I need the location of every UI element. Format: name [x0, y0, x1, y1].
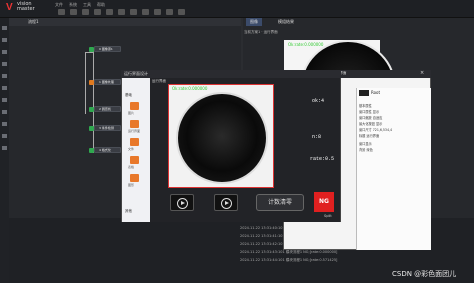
- flow-node[interactable]: 2 圆查找: [89, 106, 121, 112]
- settings-icon[interactable]: [106, 9, 113, 15]
- node-status-icon: [89, 80, 94, 85]
- flow-wire: [85, 52, 86, 114]
- prop-row[interactable]: 窗口显示: [359, 141, 372, 146]
- ok-count: ok:4: [312, 98, 325, 104]
- measure-icon[interactable]: [2, 50, 7, 54]
- flow-wire: [93, 49, 94, 153]
- flow-node[interactable]: 0 图像源1: [89, 46, 121, 52]
- tab-results[interactable]: 模组结果: [274, 18, 298, 26]
- display-overlay: Ok:rate:0.000000: [172, 86, 208, 91]
- flow-node[interactable]: 4 格式化: [89, 147, 121, 153]
- run-loop-button[interactable]: [214, 194, 238, 211]
- new-icon[interactable]: [58, 9, 65, 15]
- open-icon[interactable]: [70, 9, 77, 15]
- compare-icon[interactable]: [2, 98, 7, 102]
- root-label: Root: [371, 90, 381, 95]
- node-status-icon: [89, 107, 94, 112]
- menu-file[interactable]: 文件: [55, 2, 63, 8]
- calibrate-icon[interactable]: [2, 86, 7, 90]
- logo-text: vision master: [17, 1, 35, 12]
- run-ui-widget-icon[interactable]: [130, 120, 139, 128]
- watermark: CSDN @彩色面团儿: [392, 270, 457, 278]
- save-icon[interactable]: [82, 9, 89, 15]
- log-row: 2024.11.22 13:31:44:101 模块流程1 NG;[rate:0…: [240, 258, 338, 262]
- prop-row[interactable]: 窗口尺寸 721,6,534,4: [359, 127, 392, 132]
- comm-tool-icon[interactable]: [2, 146, 7, 150]
- file-widget-icon[interactable]: [130, 138, 139, 146]
- data-icon[interactable]: [130, 9, 137, 15]
- widget-sidebar: [122, 78, 150, 222]
- part-image: [176, 92, 268, 184]
- locate-icon[interactable]: [2, 38, 7, 42]
- table-widget-icon[interactable]: [130, 156, 139, 164]
- dialog-title: 运行界面设计: [124, 71, 148, 76]
- run-once-button[interactable]: [170, 194, 194, 211]
- prop-row[interactable]: 窗口缩放 自适应: [359, 115, 382, 120]
- deep-learn-icon[interactable]: [2, 122, 7, 126]
- image-gen-icon[interactable]: [2, 62, 7, 66]
- sidebar-section: 其他: [125, 209, 132, 213]
- loop-icon[interactable]: [178, 9, 185, 15]
- tab-image[interactable]: 图像: [246, 18, 262, 26]
- log-row: 2024.11.22 13:31:43:101 模块流程1 NG;[rate:0…: [240, 250, 338, 254]
- flow-toolbar: [9, 18, 241, 26]
- recognize-icon[interactable]: [2, 74, 7, 78]
- sidebar-item[interactable]: 文件: [128, 147, 134, 151]
- run-icon[interactable]: [166, 9, 173, 15]
- close-icon[interactable]: ×: [420, 71, 424, 76]
- menu-bar: 文件 系统 工具 帮助: [55, 2, 105, 8]
- clear-count-button[interactable]: 计数清零: [256, 194, 304, 211]
- result-overlay: Ok:rate:0.000000: [288, 42, 324, 47]
- canvas-title: 运行界面: [152, 79, 166, 83]
- node-status-icon: [89, 47, 94, 52]
- menu-system[interactable]: 系统: [69, 2, 77, 8]
- prop-row[interactable]: 最大化按钮 显示: [359, 121, 382, 126]
- camera-icon[interactable]: [94, 9, 101, 15]
- flow-wire: [85, 52, 93, 53]
- prop-row[interactable]: 背景 深色: [359, 147, 373, 152]
- flow-tab[interactable]: 流程1: [28, 19, 39, 25]
- menu-help[interactable]: 帮助: [97, 2, 105, 8]
- prop-row[interactable]: 标题 运行界面: [359, 133, 379, 138]
- sidebar-section: 基础: [125, 93, 132, 97]
- prop-row[interactable]: 基本属性: [359, 103, 372, 108]
- dialog-titlebar: [121, 70, 341, 78]
- node-status-icon: [89, 126, 94, 131]
- ui-icon[interactable]: [118, 9, 125, 15]
- split-label[interactable]: Split: [324, 214, 332, 218]
- shape-widget-icon[interactable]: [130, 174, 139, 182]
- root-icon: [359, 90, 369, 96]
- menu-tools[interactable]: 工具: [83, 2, 91, 8]
- image-widget-icon[interactable]: [130, 102, 139, 110]
- logic-icon[interactable]: [2, 134, 7, 138]
- collect-icon[interactable]: [2, 26, 7, 30]
- prop-row[interactable]: 窗口属性 显示: [359, 109, 379, 114]
- comm-icon[interactable]: [142, 9, 149, 15]
- ng-indicator: NG: [314, 192, 334, 212]
- sidebar-item[interactable]: 运行界面: [128, 129, 140, 133]
- sidebar-item[interactable]: 表格: [128, 165, 134, 169]
- flow-node[interactable]: 3 条件检测: [89, 125, 121, 131]
- tool-strip: [0, 18, 9, 283]
- logo-mark: V: [6, 2, 13, 13]
- flow-node[interactable]: 1 图像处理: [89, 79, 121, 85]
- node-status-icon: [89, 148, 94, 153]
- sidebar-item[interactable]: 图形: [128, 183, 134, 187]
- sidebar-item[interactable]: 图片: [128, 111, 134, 115]
- ng-count: n:8: [312, 134, 322, 140]
- rate-text: rate:0.5: [310, 156, 335, 162]
- help-icon[interactable]: [154, 9, 161, 15]
- color-icon[interactable]: [2, 110, 7, 114]
- scheme-label: 当前方案1 · 运行界面: [244, 30, 278, 34]
